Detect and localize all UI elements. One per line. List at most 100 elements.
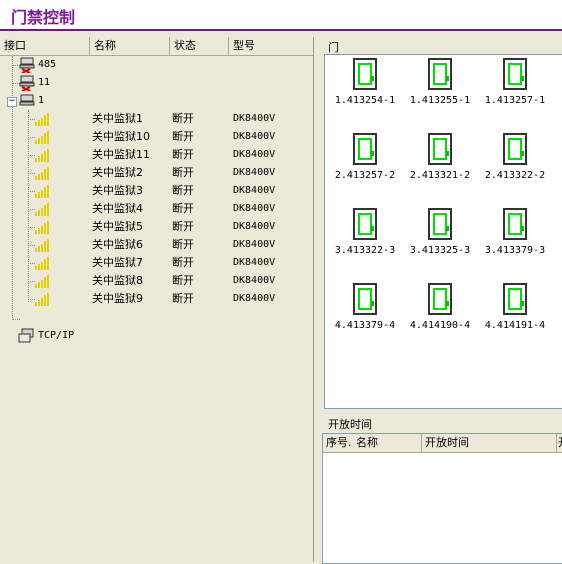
- signal-bars-icon: [35, 149, 49, 162]
- tree-node-device[interactable]: 关中监狱2 断开 DK8400V: [0, 164, 313, 182]
- tree-node-device[interactable]: 关中监狱8 断开 DK8400V: [0, 272, 313, 290]
- device-status: 断开: [172, 148, 194, 161]
- signal-bars-icon: [35, 221, 49, 234]
- port-label: 485: [38, 59, 57, 70]
- tree-node-port-11[interactable]: 11: [18, 74, 308, 92]
- door-label: 3.413322-3: [334, 245, 396, 256]
- tree-node-tcpip[interactable]: TCP/IP: [18, 327, 308, 345]
- device-status: 断开: [172, 184, 194, 197]
- tree-line: [28, 227, 35, 228]
- signal-bars-icon: [35, 185, 49, 198]
- door-item[interactable]: 4: [554, 283, 562, 335]
- device-name: 关中监狱6: [92, 238, 143, 251]
- tree-line: [12, 319, 20, 320]
- tree-line: [28, 155, 35, 156]
- column-header-status[interactable]: 状态: [170, 37, 229, 55]
- column-header-port[interactable]: 接口: [0, 37, 90, 55]
- door-item[interactable]: 2.413322-2: [479, 133, 551, 185]
- port-label: 1: [38, 95, 45, 106]
- door-label: 4.414190-4: [409, 320, 471, 331]
- device-status: 断开: [172, 220, 194, 233]
- tree-node-device[interactable]: 关中监狱4 断开 DK8400V: [0, 200, 313, 218]
- device-model: DK8400V: [233, 221, 276, 232]
- network-icon: [18, 328, 34, 343]
- door-label: 2.413257-2: [334, 170, 396, 181]
- door-closed-icon: [353, 283, 377, 315]
- device-status: 断开: [172, 256, 194, 269]
- open-time-pane: 开放时间 序号. 名称 开放时间 开: [322, 412, 562, 564]
- tree-node-device[interactable]: 关中监狱1 断开 DK8400V: [0, 110, 313, 128]
- door-closed-icon: [503, 208, 527, 240]
- tree-node-device[interactable]: 关中监狱5 断开 DK8400V: [0, 218, 313, 236]
- tree-line: [28, 281, 35, 282]
- door-item[interactable]: 4.414190-4: [404, 283, 476, 335]
- door-closed-icon: [503, 58, 527, 90]
- door-label: 3.413325-3: [409, 245, 471, 256]
- door-item[interactable]: 1.413257-1: [479, 58, 551, 110]
- signal-bars-icon: [35, 113, 49, 126]
- door-closed-icon: [353, 133, 377, 165]
- device-tree: 485 11 − 1 关中监狱1 断开 DK8400V 关中监狱10 断开 DK8400V…: [0, 56, 313, 562]
- door-closed-icon: [353, 58, 377, 90]
- column-header-index[interactable]: 序号.: [323, 434, 353, 452]
- open-time-header: 序号. 名称 开放时间 开: [323, 434, 562, 453]
- door-closed-icon: [428, 133, 452, 165]
- tree-node-port-1[interactable]: 1: [18, 92, 308, 110]
- device-name: 关中监狱8: [92, 274, 143, 287]
- tree-node-device[interactable]: 关中监狱6 断开 DK8400V: [0, 236, 313, 254]
- door-item[interactable]: 2: [554, 133, 562, 185]
- tree-node-device[interactable]: 关中监狱9 断开 DK8400V: [0, 290, 313, 308]
- device-status: 断开: [172, 166, 194, 179]
- device-name: 关中监狱2: [92, 166, 143, 179]
- device-model: DK8400V: [233, 113, 276, 124]
- tcpip-label: TCP/IP: [38, 330, 75, 341]
- device-model: DK8400V: [233, 275, 276, 286]
- open-time-list: 序号. 名称 开放时间 开: [322, 433, 562, 564]
- tree-node-device[interactable]: 关中监狱7 断开 DK8400V: [0, 254, 313, 272]
- door-label: 1.413254-1: [334, 95, 396, 106]
- column-header-name[interactable]: 名称: [90, 37, 170, 55]
- column-header-open-time[interactable]: 开放时间: [422, 434, 557, 452]
- door-label: 1: [554, 95, 562, 106]
- pane-splitter[interactable]: [314, 37, 322, 562]
- device-status: 断开: [172, 130, 194, 143]
- tree-line: [28, 173, 35, 174]
- door-item[interactable]: 3: [554, 208, 562, 260]
- door-item[interactable]: 1.413255-1: [404, 58, 476, 110]
- tree-node-port-485[interactable]: 485: [18, 56, 308, 74]
- door-item[interactable]: 1: [554, 58, 562, 110]
- device-status: 断开: [172, 238, 194, 251]
- door-grid: 1.413254-1 1.413255-1 1.413257-1 1 2.413257-…: [324, 54, 562, 409]
- door-item[interactable]: 4.413379-4: [329, 283, 401, 335]
- door-item[interactable]: 3.413325-3: [404, 208, 476, 260]
- tree-node-device[interactable]: 关中监狱3 断开 DK8400V: [0, 182, 313, 200]
- door-item[interactable]: 2.413321-2: [404, 133, 476, 185]
- device-model: DK8400V: [233, 167, 276, 178]
- door-closed-icon: [428, 208, 452, 240]
- signal-bars-icon: [35, 203, 49, 216]
- signal-bars-icon: [35, 257, 49, 270]
- door-closed-icon: [353, 208, 377, 240]
- door-closed-icon: [503, 133, 527, 165]
- device-name: 关中监狱9: [92, 292, 143, 305]
- door-label: 3: [554, 245, 562, 256]
- tree-node-device[interactable]: 关中监狱11 断开 DK8400V: [0, 146, 313, 164]
- device-model: DK8400V: [233, 257, 276, 268]
- tree-node-device[interactable]: 关中监狱10 断开 DK8400V: [0, 128, 313, 146]
- column-header-model[interactable]: 型号: [229, 37, 313, 55]
- door-item[interactable]: 2.413257-2: [329, 133, 401, 185]
- door-label: 3.413379-3: [484, 245, 546, 256]
- collapse-toggle[interactable]: −: [7, 97, 17, 107]
- column-header-extra[interactable]: 开: [557, 434, 562, 452]
- tree-line: [28, 119, 35, 120]
- device-name: 关中监狱4: [92, 202, 143, 215]
- door-item[interactable]: 4.414191-4: [479, 283, 551, 335]
- title-bar: 门禁控制: [0, 0, 562, 31]
- device-name: 关中监狱11: [92, 148, 150, 161]
- column-header-name[interactable]: 名称: [353, 434, 422, 452]
- door-item[interactable]: 1.413254-1: [329, 58, 401, 110]
- door-item[interactable]: 3.413379-3: [479, 208, 551, 260]
- device-status: 断开: [172, 274, 194, 287]
- door-item[interactable]: 3.413322-3: [329, 208, 401, 260]
- device-model: DK8400V: [233, 149, 276, 160]
